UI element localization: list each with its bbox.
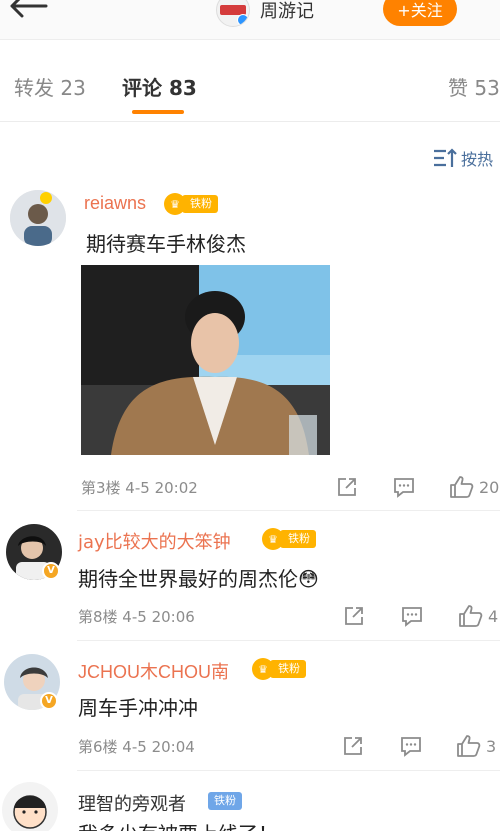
sort-label: 按热 (461, 150, 494, 169)
like-count: 3 (486, 736, 497, 756)
comment-divider (77, 770, 500, 771)
tab-likes[interactable]: 赞 53 (448, 72, 500, 101)
tab-comments[interactable]: 评论 83 (122, 72, 500, 101)
tab-bar: 转发 23 评论 83 赞 53 (0, 58, 500, 118)
fan-badge-label: 铁粉 (280, 530, 316, 548)
fan-badge-label: 铁粉 (182, 195, 218, 213)
comment-username[interactable]: reiawns (84, 193, 146, 214)
reply-icon[interactable] (400, 604, 424, 628)
comment-username[interactable]: JCHOU木CHOU南 (78, 658, 229, 684)
sort-icon (434, 148, 457, 167)
title-group[interactable]: 周游记 (216, 0, 314, 30)
account-avatar[interactable] (216, 0, 250, 27)
reply-icon[interactable] (392, 475, 416, 499)
like-count: 4 (488, 606, 499, 626)
verified-icon (237, 14, 249, 26)
follow-button[interactable]: +关注 (383, 0, 457, 26)
share-icon[interactable] (335, 475, 359, 499)
top-bar: 周游记 +关注 (0, 0, 500, 40)
comment-username[interactable]: jay比较大的大笨钟 (78, 528, 231, 554)
comment-username[interactable]: 理智的旁观者 (78, 790, 186, 816)
fan-badge-label: 铁粉 (270, 660, 306, 678)
like-button[interactable]: 4 (458, 604, 498, 628)
share-icon[interactable] (341, 734, 365, 758)
divider (0, 121, 500, 122)
fan-badge: ♛ 铁粉 (262, 528, 316, 550)
sort-button[interactable]: 按热 (433, 146, 493, 170)
share-icon[interactable] (342, 604, 366, 628)
thumbs-up-icon (457, 735, 481, 757)
fan-badge: 铁粉 (208, 790, 242, 812)
comment-text: 期待全世界最好的周杰伦😳 (78, 567, 319, 591)
thumbs-up-icon (459, 605, 483, 627)
avatar[interactable] (2, 782, 58, 831)
comment-divider (77, 510, 500, 511)
fan-badge: ♛ 铁粉 (164, 193, 218, 215)
comment-meta: 第6楼 4-5 20:04 (78, 738, 195, 756)
fan-badge-label: 铁粉 (208, 792, 242, 810)
comment-text: 周车手冲冲冲 (78, 696, 198, 720)
fan-badge: ♛ 铁粉 (252, 658, 306, 680)
avatar[interactable] (10, 190, 66, 246)
thumbs-up-icon (450, 476, 474, 498)
comment-meta: 第3楼 4-5 20:02 (81, 479, 198, 497)
back-arrow-icon[interactable] (6, 0, 50, 24)
comment-divider (77, 640, 500, 641)
comment-image[interactable] (81, 265, 330, 455)
reply-icon[interactable] (399, 734, 423, 758)
like-button[interactable]: 20 (449, 475, 499, 499)
verified-badge-icon: V (42, 562, 60, 580)
page-title: 周游记 (260, 1, 314, 22)
comment-text: 期待赛车手林俊杰 (86, 232, 246, 256)
tab-repost[interactable]: 转发 23 (14, 72, 86, 101)
like-count: 20 (479, 477, 500, 497)
verified-badge-icon: V (40, 692, 58, 710)
active-tab-indicator (132, 110, 184, 114)
like-button[interactable]: 3 (456, 734, 496, 758)
comment-text: 我多少有被要上线了！ (78, 818, 278, 831)
comment-meta: 第8楼 4-5 20:06 (78, 608, 195, 626)
